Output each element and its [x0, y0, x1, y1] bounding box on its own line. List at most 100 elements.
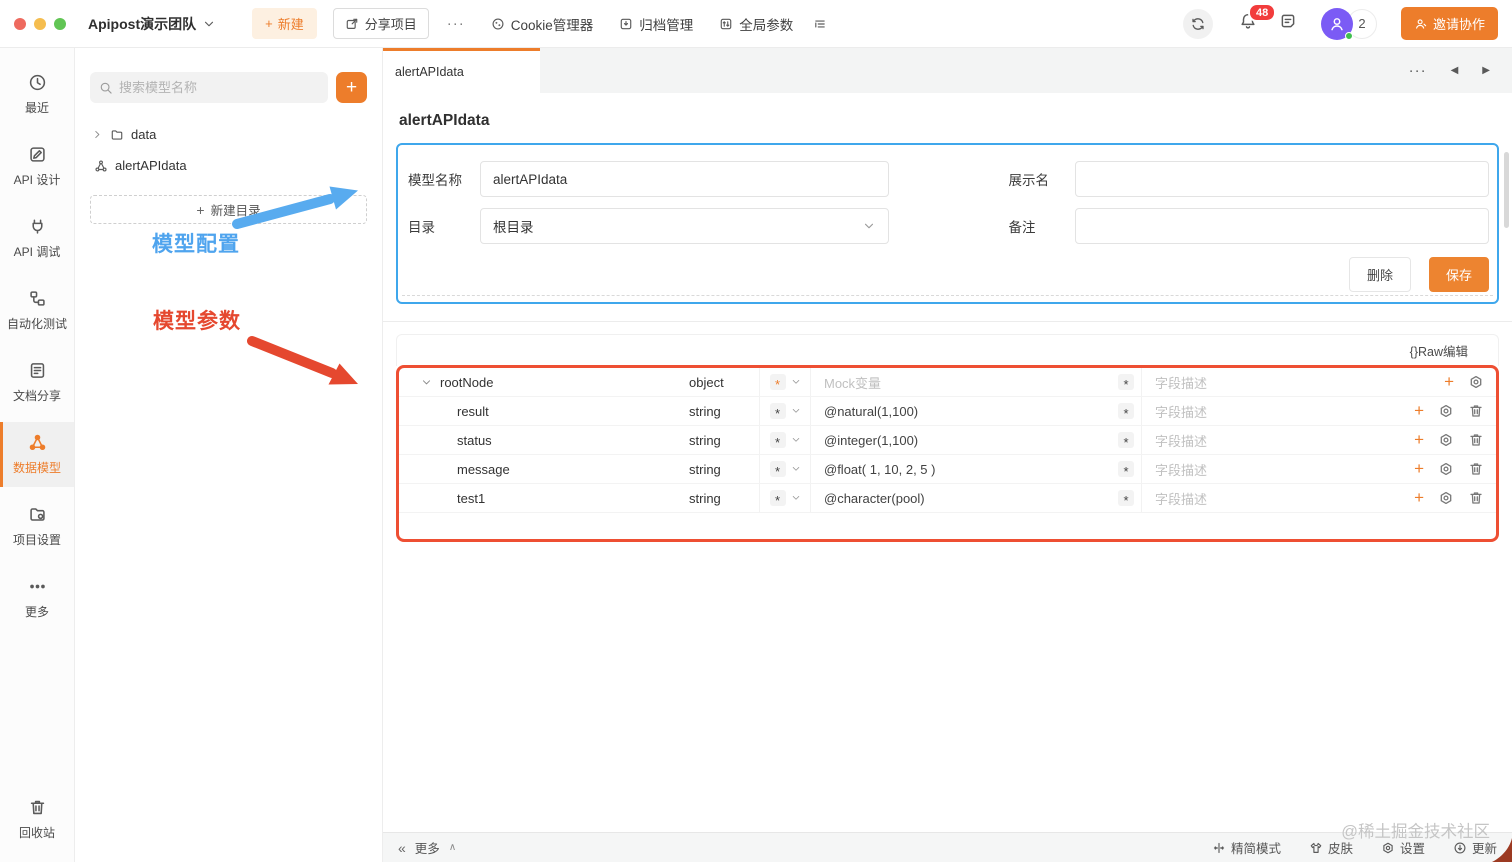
- sidebar-item-recent[interactable]: 最近: [0, 62, 74, 127]
- sidebar-item-automation[interactable]: 自动化测试: [0, 278, 74, 343]
- description-input[interactable]: 字段描述: [1141, 484, 1399, 512]
- user-avatar[interactable]: [1320, 7, 1353, 40]
- param-type[interactable]: string: [689, 433, 759, 448]
- compact-mode-button[interactable]: 精简模式: [1212, 838, 1281, 857]
- field-settings-icon[interactable]: [1468, 374, 1484, 390]
- new-button[interactable]: + 新建: [252, 8, 317, 39]
- mock-input[interactable]: @float( 1, 10, 2, 5 ): [810, 455, 1111, 483]
- sync-button[interactable]: [1182, 8, 1213, 39]
- required-select[interactable]: *: [759, 368, 810, 396]
- directory-select[interactable]: 根目录: [480, 208, 889, 244]
- sidebar-item-data-model[interactable]: 数据模型: [0, 422, 74, 487]
- tab-more-icon[interactable]: ···: [1409, 62, 1427, 79]
- field-settings-icon[interactable]: [1438, 432, 1454, 448]
- mock-input[interactable]: @character(pool): [810, 484, 1111, 512]
- env-list-button[interactable]: [813, 17, 827, 31]
- cookie-manager-button[interactable]: Cookie管理器: [491, 14, 593, 34]
- sidebar-item-doc-share[interactable]: 文档分享: [0, 350, 74, 415]
- new-directory-button[interactable]: + 新建目录: [90, 195, 367, 224]
- description-input[interactable]: 字段描述: [1141, 455, 1399, 483]
- field-settings-icon[interactable]: [1438, 461, 1454, 477]
- display-name-input[interactable]: [1087, 171, 1476, 187]
- global-params-button[interactable]: 全局参数: [719, 14, 793, 34]
- folder-name: data: [131, 127, 157, 142]
- team-selector[interactable]: Apipost演示团队: [88, 14, 216, 34]
- mock-flag-button[interactable]: *: [1118, 403, 1134, 420]
- description-input[interactable]: 字段描述: [1141, 368, 1399, 396]
- param-name-cell[interactable]: message: [399, 462, 689, 477]
- raw-edit-button[interactable]: {}Raw编辑: [1410, 341, 1468, 360]
- collapse-more-button[interactable]: « 更多 ∧: [398, 838, 456, 857]
- mock-flag-button[interactable]: *: [1118, 490, 1134, 507]
- share-button-label: 分享项目: [364, 17, 417, 32]
- sidebar-item-api-design[interactable]: API 设计: [0, 134, 74, 199]
- model-name-input[interactable]: [493, 171, 876, 187]
- mock-flag-button[interactable]: *: [1118, 461, 1134, 478]
- tab-prev-icon[interactable]: ◀: [1451, 65, 1459, 76]
- sidebar-label: API 设计: [13, 173, 61, 187]
- tree-model-alertapidata[interactable]: alertAPIdata: [90, 150, 367, 181]
- chevron-down-icon: [792, 438, 799, 442]
- sidebar-item-recycle-bin[interactable]: 回收站: [0, 787, 74, 852]
- online-status-dot: [1344, 31, 1353, 40]
- sidebar-item-api-debug[interactable]: API 调试: [0, 206, 74, 271]
- param-name-cell[interactable]: status: [399, 433, 689, 448]
- required-select[interactable]: *: [759, 397, 810, 425]
- delete-field-icon[interactable]: [1468, 432, 1484, 448]
- field-settings-icon[interactable]: [1438, 403, 1454, 419]
- add-field-button[interactable]: +: [1414, 460, 1424, 477]
- param-type[interactable]: string: [689, 404, 759, 419]
- tree-folder-data[interactable]: data: [90, 119, 367, 150]
- param-type[interactable]: string: [689, 491, 759, 506]
- delete-field-icon[interactable]: [1468, 490, 1484, 506]
- add-model-button[interactable]: +: [336, 72, 367, 103]
- mock-input[interactable]: Mock变量: [810, 368, 1111, 396]
- tab-next-icon[interactable]: ▶: [1482, 65, 1490, 76]
- chevron-right-icon[interactable]: [92, 129, 103, 140]
- mock-flag-button[interactable]: *: [1118, 432, 1134, 449]
- save-button[interactable]: 保存: [1428, 257, 1489, 292]
- search-box[interactable]: [90, 72, 328, 103]
- required-select[interactable]: *: [759, 455, 810, 483]
- tab-alertapidata[interactable]: alertAPIdata: [383, 48, 540, 93]
- archive-manager-button[interactable]: 归档管理: [619, 14, 693, 34]
- add-field-button[interactable]: +: [1414, 402, 1424, 419]
- description-input[interactable]: 字段描述: [1141, 426, 1399, 454]
- param-name-cell[interactable]: test1: [399, 491, 689, 506]
- description-input[interactable]: 字段描述: [1141, 397, 1399, 425]
- required-select[interactable]: *: [759, 426, 810, 454]
- param-type[interactable]: string: [689, 462, 759, 477]
- chevron-down-icon[interactable]: [421, 377, 432, 388]
- splitter-handle[interactable]: [402, 295, 1493, 296]
- delete-field-icon[interactable]: [1468, 461, 1484, 477]
- remark-input[interactable]: [1087, 218, 1476, 234]
- sidebar-item-project-settings[interactable]: 项目设置: [0, 494, 74, 559]
- delete-field-icon[interactable]: [1468, 403, 1484, 419]
- add-field-button[interactable]: +: [1414, 489, 1424, 506]
- required-asterisk: *: [769, 461, 786, 478]
- minimize-window-button[interactable]: [34, 17, 46, 30]
- search-input[interactable]: [119, 80, 319, 95]
- mock-flag-button[interactable]: *: [1118, 374, 1134, 391]
- zoom-window-button[interactable]: [54, 17, 66, 30]
- scrollbar-thumb[interactable]: [1504, 152, 1509, 228]
- mock-input[interactable]: @natural(1,100): [810, 397, 1111, 425]
- invite-collaborate-button[interactable]: 邀请协作: [1400, 7, 1498, 40]
- add-field-button[interactable]: +: [1414, 431, 1424, 448]
- tab-bar: alertAPIdata ··· ◀ ▶: [383, 48, 1512, 93]
- param-name-cell[interactable]: rootNode: [399, 375, 689, 390]
- field-settings-icon[interactable]: [1438, 490, 1454, 506]
- delete-button[interactable]: 删除: [1348, 257, 1411, 292]
- param-name-cell[interactable]: result: [399, 404, 689, 419]
- chevron-down-icon: [792, 380, 799, 384]
- required-select[interactable]: *: [759, 484, 810, 512]
- notifications-button[interactable]: 48: [1239, 3, 1277, 35]
- close-window-button[interactable]: [14, 17, 26, 30]
- param-type[interactable]: object: [689, 375, 759, 390]
- feedback-button[interactable]: [1279, 12, 1297, 35]
- add-field-button[interactable]: +: [1444, 373, 1454, 390]
- mock-input[interactable]: @integer(1,100): [810, 426, 1111, 454]
- share-project-button[interactable]: 分享项目: [332, 8, 429, 39]
- sidebar-item-more[interactable]: 更多: [0, 566, 74, 631]
- more-menu-icon[interactable]: ···: [447, 15, 465, 32]
